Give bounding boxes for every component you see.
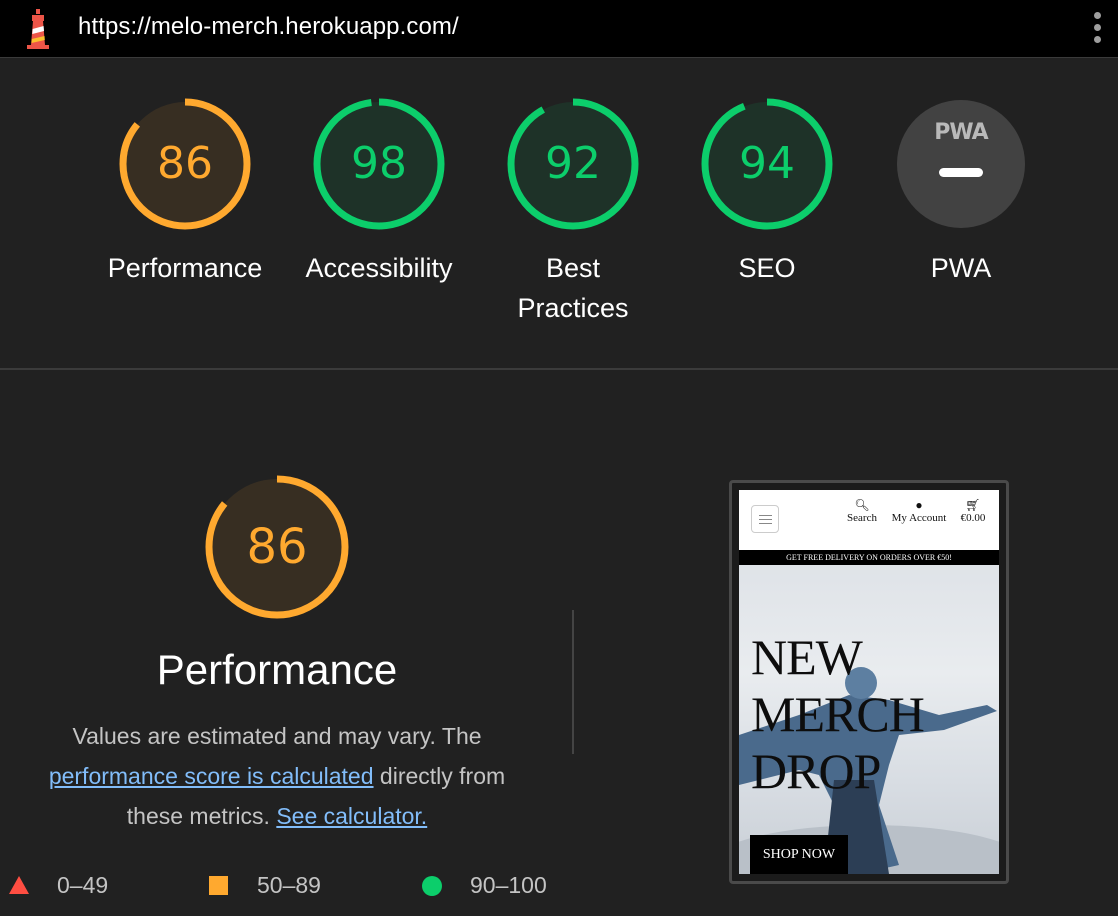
legend-fail: 0–49 — [57, 872, 109, 898]
hero-image: NEW MERCH DROP SHOP NOW — [739, 565, 999, 874]
gauge-score: 92 — [545, 138, 601, 189]
gauge-accessibility[interactable]: 98 — [309, 94, 449, 234]
nav-search: 🔍︎ Search — [842, 498, 882, 524]
search-icon: 🔍︎ — [854, 498, 870, 512]
gauge-seo[interactable]: 94 — [697, 94, 837, 234]
fail-triangle-icon — [9, 876, 29, 894]
lighthouse-logo-icon — [27, 9, 49, 49]
gauge-performance[interactable]: 86 — [115, 94, 255, 234]
gauge-pwa[interactable]: PWA — [897, 100, 1025, 228]
pwa-badge-icon: PWA — [934, 120, 988, 145]
pass-circle-icon — [422, 876, 442, 896]
gauge-label-seo[interactable]: SEO — [667, 248, 867, 288]
gauge-label-performance[interactable]: Performance — [85, 248, 285, 288]
shop-now-button: SHOP NOW — [750, 835, 848, 874]
delivery-banner: GET FREE DELIVERY ON ORDERS OVER €50! — [739, 550, 999, 565]
gauge-best-practices[interactable]: 92 — [503, 94, 643, 234]
gauge-label-best-practices[interactable]: Best Practices — [503, 248, 643, 328]
see-calculator-link[interactable]: See calculator. — [276, 803, 427, 829]
gauge-score: 94 — [739, 138, 795, 189]
legend-average: 50–89 — [257, 872, 321, 898]
legend-pass: 90–100 — [470, 872, 547, 898]
gauge-score: 86 — [246, 519, 308, 575]
more-vert-icon[interactable] — [1090, 10, 1106, 46]
nav-account: ● My Account — [885, 498, 953, 524]
pwa-dash-icon — [939, 168, 983, 177]
vertical-divider — [572, 610, 574, 754]
screenshot-page: 🔍︎ Search ● My Account 🛒︎ €0.00 GET FREE… — [739, 490, 999, 874]
gauge-label-pwa[interactable]: PWA — [861, 248, 1061, 288]
report-url[interactable]: https://melo-merch.herokuapp.com/ — [78, 13, 459, 41]
average-square-icon — [209, 876, 228, 895]
account-icon: ● — [915, 498, 923, 512]
gauge-score: 86 — [157, 138, 213, 189]
performance-description: Values are estimated and may vary. The p… — [48, 723, 506, 829]
score-calculated-link[interactable]: performance score is calculated — [49, 763, 374, 789]
final-screenshot: 🔍︎ Search ● My Account 🛒︎ €0.00 GET FREE… — [729, 480, 1009, 884]
menu-icon — [751, 505, 779, 533]
performance-gauge-large: 86 — [204, 474, 350, 620]
report-topbar: https://melo-merch.herokuapp.com/ — [0, 0, 1118, 58]
section-divider — [0, 368, 1118, 370]
performance-title: Performance — [156, 646, 398, 693]
gauge-score: 98 — [351, 138, 407, 189]
nav-cart: 🛒︎ €0.00 — [953, 498, 993, 524]
gauge-label-accessibility[interactable]: Accessibility — [279, 248, 479, 288]
hero-title: NEW MERCH DROP — [751, 629, 925, 799]
cart-icon: 🛒︎ — [965, 498, 981, 512]
